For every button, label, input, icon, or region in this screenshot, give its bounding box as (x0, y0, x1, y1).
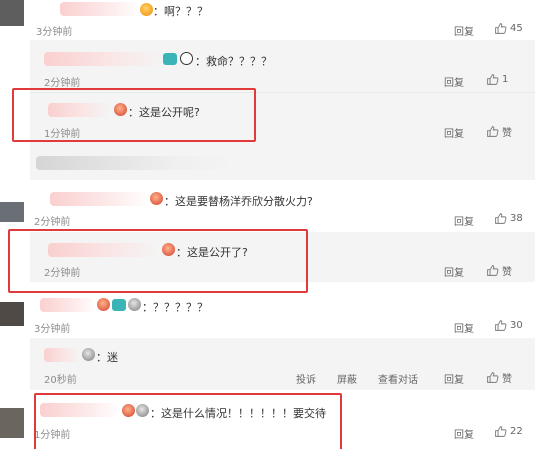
like-count: 赞 (502, 374, 512, 385)
comment-item: ：？？？？？ 3分钟前 回复 30 (0, 294, 537, 335)
reply-button[interactable]: 回复 (454, 213, 474, 228)
like-button[interactable]: 45 (494, 22, 523, 35)
comment-time: 2分钟前 (34, 217, 71, 228)
pig-emoji-icon (150, 192, 163, 205)
username-redacted (44, 348, 80, 362)
highlight-box (12, 88, 256, 142)
like-button[interactable]: 1 (486, 73, 508, 86)
reply-button[interactable]: 回复 (444, 74, 464, 89)
hidden-reply-redacted (36, 156, 236, 170)
reply-button[interactable]: 回复 (444, 125, 464, 140)
like-button[interactable]: 22 (494, 425, 523, 438)
camera-emoji-icon (112, 299, 126, 311)
reply-button[interactable]: 回复 (454, 426, 474, 441)
thumbs-up-icon (495, 213, 507, 224)
comment-time: 3分钟前 (34, 324, 71, 335)
avatar[interactable] (0, 408, 24, 438)
like-button[interactable]: 赞 (486, 263, 512, 278)
comment-text: ：啊？？？ (153, 5, 208, 18)
highlight-box (8, 229, 308, 293)
thumbs-up-icon (495, 23, 507, 34)
username-redacted (44, 52, 162, 66)
comment-text: ：迷 (96, 351, 118, 364)
like-count: 38 (510, 213, 523, 224)
highlight-box (34, 393, 342, 449)
block-button[interactable]: 屏蔽 (337, 371, 357, 386)
reply-item: ：救命？？？？ 2分钟前 回复 1 (0, 48, 537, 89)
avatar[interactable] (0, 202, 24, 222)
like-count: 45 (510, 23, 523, 34)
reply-button[interactable]: 回复 (454, 320, 474, 335)
pig-emoji-icon (97, 298, 110, 311)
comment-text: ：救命？？？？ (195, 55, 272, 68)
like-button[interactable]: 赞 (486, 370, 512, 385)
comment-time: 2分钟前 (44, 78, 81, 89)
comment-text: ：这是要替杨洋乔欣分散火力? (164, 195, 313, 208)
like-button[interactable]: 38 (494, 212, 523, 225)
comment-item: ：这是要替杨洋乔欣分散火力? 2分钟前 回复 38 (0, 188, 537, 228)
reply-button[interactable]: 回复 (454, 23, 474, 38)
like-count: 赞 (502, 267, 512, 278)
report-button[interactable]: 投诉 (296, 371, 316, 386)
view-conversation-button[interactable]: 查看对话 (378, 371, 418, 386)
like-count: 1 (502, 74, 509, 85)
grey-emoji-icon (82, 348, 95, 361)
username-redacted (60, 2, 140, 16)
grey-emoji-icon (128, 298, 141, 311)
panda-emoji-icon (180, 52, 193, 65)
like-button[interactable]: 赞 (486, 124, 512, 139)
comment-item: ：啊？？？ 3分钟前 回复 45 (0, 0, 537, 38)
reply-button[interactable]: 回复 (444, 371, 464, 386)
thumbs-up-icon (495, 426, 507, 437)
thumbs-up-icon (495, 320, 507, 331)
like-count: 30 (510, 320, 523, 331)
like-button[interactable]: 30 (494, 319, 523, 332)
username-redacted (50, 192, 150, 206)
like-count: 赞 (502, 128, 512, 139)
comment-text: ：？？？？？ (142, 301, 208, 314)
avatar[interactable] (0, 0, 24, 26)
reply-item: ：迷 20秒前 投诉 屏蔽 查看对话 回复 赞 (0, 344, 537, 388)
laugh-emoji-icon (140, 3, 153, 16)
comment-time: 20秒前 (44, 375, 77, 386)
camera-emoji-icon (163, 53, 177, 65)
thumbs-up-icon (487, 265, 499, 276)
comment-time: 3分钟前 (36, 27, 73, 38)
thumbs-up-icon (487, 126, 499, 137)
username-redacted (40, 298, 96, 312)
avatar[interactable] (0, 302, 24, 326)
thumbs-up-icon (487, 74, 499, 85)
like-count: 22 (510, 426, 523, 437)
reply-button[interactable]: 回复 (444, 264, 464, 279)
thumbs-up-icon (487, 372, 499, 383)
